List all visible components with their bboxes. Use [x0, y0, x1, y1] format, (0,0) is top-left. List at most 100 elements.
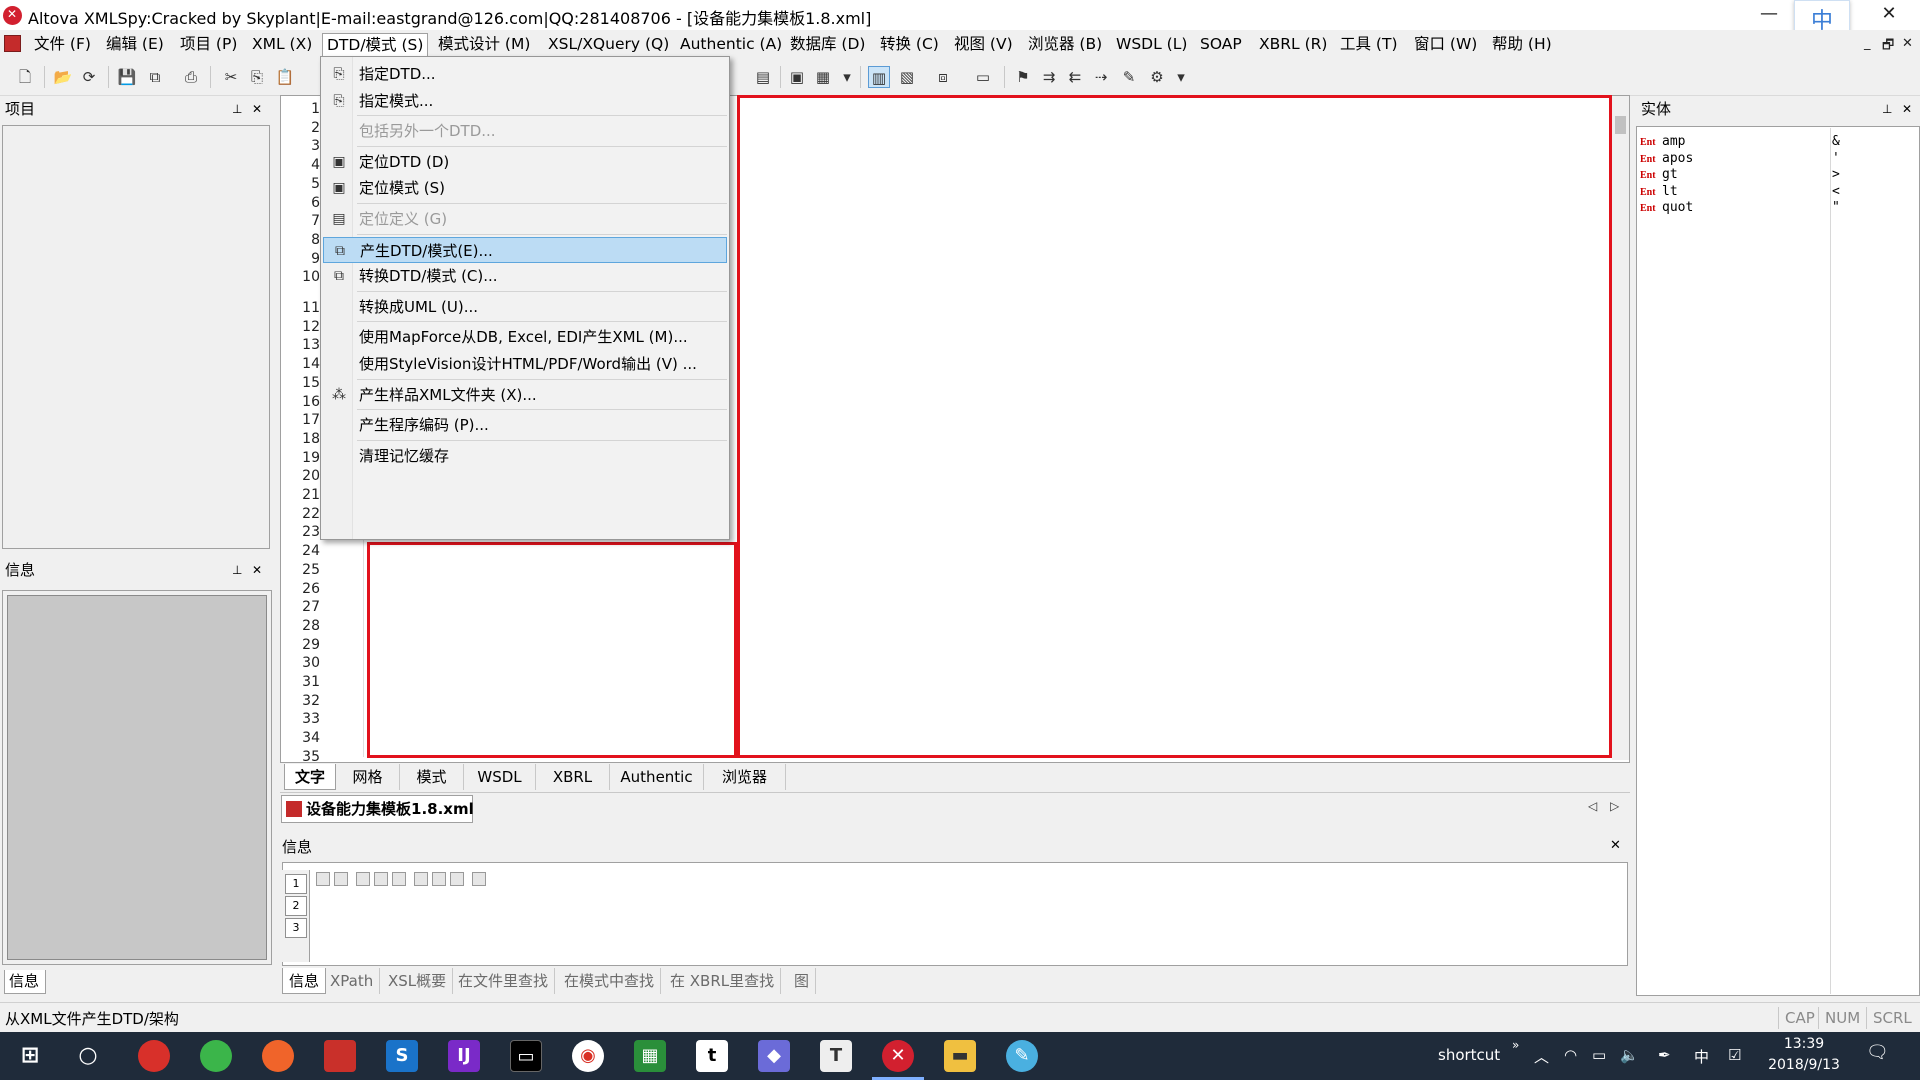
dropdown-arrow-icon[interactable]: ▾	[836, 66, 858, 88]
message-tab-2[interactable]: 2	[285, 896, 307, 916]
tab-scroll-left-icon[interactable]: ◁	[1588, 799, 1597, 813]
app-icon-redfish[interactable]	[324, 1040, 356, 1072]
menu-view[interactable]: 视图 (V)	[950, 33, 1017, 55]
find-icon[interactable]	[414, 872, 428, 886]
pen-icon[interactable]: ✒	[1658, 1046, 1671, 1064]
menu-database[interactable]: 数据库 (D)	[786, 33, 869, 55]
document-tab[interactable]: 设备能力集模板1.8.xml	[281, 795, 474, 823]
menu-dtd-schema[interactable]: DTD/模式 (S)	[322, 33, 429, 58]
xpath-icon[interactable]: ✎	[1118, 66, 1140, 88]
menu-file[interactable]: 文件 (F)	[30, 33, 95, 55]
copy-icon[interactable]: ⎘	[246, 66, 268, 88]
entity-row[interactable]: Ent amp	[1640, 134, 1685, 150]
clear-messages-icon[interactable]	[472, 872, 486, 886]
menu-item[interactable]: ⎘ 指定DTD...	[323, 61, 727, 87]
clear-bookmarks-icon[interactable]: ⇢	[1090, 66, 1112, 88]
menu-item[interactable]: ⧉ 产生DTD/模式(E)...	[323, 236, 727, 263]
menu-convert[interactable]: 转换 (C)	[876, 33, 943, 55]
copy-message-icon[interactable]	[356, 872, 370, 886]
db-icon[interactable]: ▤	[752, 66, 774, 88]
menu-authentic[interactable]: Authentic (A)	[676, 33, 786, 55]
menu-tools[interactable]: 工具 (T)	[1336, 33, 1402, 55]
action-check-icon[interactable]: ☑	[1728, 1046, 1741, 1064]
volume-icon[interactable]: 🔈	[1620, 1046, 1639, 1064]
mdi-restore-button[interactable]: 🗗	[1882, 36, 1894, 58]
menu-edit[interactable]: 编辑 (E)	[102, 33, 168, 55]
terminal-icon[interactable]: ▭	[510, 1040, 542, 1072]
validate-icon[interactable]: ▣	[786, 66, 808, 88]
message-tab-3[interactable]: 3	[285, 918, 307, 938]
next-message-icon[interactable]	[316, 872, 330, 886]
settings-icon[interactable]: ⚙	[1146, 66, 1168, 88]
menu-soap[interactable]: SOAP	[1196, 33, 1246, 55]
menu-item[interactable]: ▣ 定位模式 (S)	[323, 175, 727, 201]
app-icon-red[interactable]	[138, 1040, 170, 1072]
text-view-icon[interactable]: ▥	[868, 66, 890, 88]
message-tab-1[interactable]: 1	[285, 874, 307, 894]
check-wellformed-icon[interactable]: ▦	[812, 66, 834, 88]
battery-icon[interactable]: ▭	[1592, 1046, 1606, 1064]
menu-help[interactable]: 帮助 (H)	[1488, 33, 1556, 55]
minimize-button[interactable]: —	[1746, 0, 1792, 30]
xmlspy-app-icon[interactable]	[3, 6, 22, 25]
save-all-icon[interactable]: ⧉	[144, 66, 166, 88]
notification-icon[interactable]: 🗨	[1866, 1042, 1889, 1063]
tab-scroll-right-icon[interactable]: ▷	[1610, 799, 1619, 813]
clock[interactable]: 13:39 2018/9/13	[1766, 1034, 1842, 1076]
tab-schema-view[interactable]: 模式	[400, 764, 464, 790]
copy-all-icon[interactable]	[374, 872, 388, 886]
tab-find-in-xbrl[interactable]: 在 XBRL里查找	[664, 968, 782, 994]
close-icon[interactable]: ✕	[1610, 838, 1621, 853]
menu-item[interactable]: ▣ 定位DTD (D)	[323, 149, 727, 175]
menu-window[interactable]: 窗口 (W)	[1410, 33, 1481, 55]
menu-item[interactable]: 转换成UML (U)...	[323, 294, 727, 320]
app-icon-blue-s[interactable]: S	[386, 1040, 418, 1072]
info-panel-tab[interactable]: 信息	[4, 970, 46, 994]
menu-item[interactable]: ⧉ 转换DTD/模式 (C)...	[323, 263, 727, 289]
tab-xbrl-view[interactable]: XBRL	[536, 764, 610, 790]
tab-xpath[interactable]: XPath	[324, 968, 381, 994]
ime-taskbar-indicator[interactable]: 中	[1694, 1046, 1709, 1067]
menu-xbrl[interactable]: XBRL (R)	[1255, 33, 1331, 55]
app-icon-diamond[interactable]: ◆	[758, 1040, 790, 1072]
copy-with-children-icon[interactable]	[392, 872, 406, 886]
tab-authentic-view[interactable]: Authentic	[610, 764, 704, 790]
save-icon[interactable]: 💾	[116, 66, 138, 88]
wifi-icon[interactable]: ◠	[1564, 1046, 1577, 1064]
pin-icon[interactable]: ⊥	[232, 98, 242, 120]
tray-shortcut-label[interactable]: shortcut	[1438, 1046, 1500, 1064]
tab-xsl-outline[interactable]: XSL概要	[382, 968, 454, 994]
toolbar-overflow-icon[interactable]: ▾	[1170, 66, 1192, 88]
next-bookmark-icon[interactable]: ⇉	[1038, 66, 1060, 88]
tray-up-arrow-icon[interactable]: ︿	[1534, 1046, 1549, 1067]
tab-grid-view[interactable]: 网格	[336, 764, 400, 790]
menu-item[interactable]: ⎘ 指定模式...	[323, 88, 727, 114]
entity-row[interactable]: Ent gt	[1640, 167, 1678, 183]
tab-find-in-schemas[interactable]: 在模式中查找	[558, 968, 662, 994]
tray-chevron-icon[interactable]: »	[1512, 1038, 1519, 1052]
menu-schema-design[interactable]: 模式设计 (M)	[434, 33, 534, 55]
chrome-icon[interactable]: ◉	[572, 1040, 604, 1072]
document-icon[interactable]	[4, 35, 21, 52]
new-file-icon[interactable]: 🗋	[14, 66, 36, 88]
close-window-button[interactable]: ✕	[1866, 0, 1912, 30]
tab-graph[interactable]: 图	[788, 968, 817, 994]
windows-start-icon[interactable]: ⊞	[14, 1040, 46, 1072]
tab-text-view[interactable]: 文字	[284, 764, 336, 790]
menu-project[interactable]: 项目 (P)	[176, 33, 241, 55]
app-icon-t[interactable]: T	[820, 1040, 852, 1072]
file-explorer-icon[interactable]: ▬	[944, 1040, 976, 1072]
entity-row[interactable]: Ent quot	[1640, 200, 1693, 216]
bookmark-flag-icon[interactable]: ⚑	[1012, 66, 1034, 88]
cut-icon[interactable]: ✂	[220, 66, 242, 88]
cortana-search-icon[interactable]: ○	[72, 1040, 104, 1072]
mdi-minimize-button[interactable]: _	[1864, 36, 1871, 51]
entity-row[interactable]: Ent lt	[1640, 184, 1678, 200]
menu-xml[interactable]: XML (X)	[248, 33, 316, 55]
app-icon-orange[interactable]	[262, 1040, 294, 1072]
menu-xsl-xquery[interactable]: XSL/XQuery (Q)	[544, 33, 673, 55]
prev-message-icon[interactable]	[334, 872, 348, 886]
tab-browser-view[interactable]: 浏览器	[704, 764, 786, 790]
paste-icon[interactable]: 📋	[274, 66, 296, 88]
menu-item[interactable]: 使用MapForce从DB, Excel, EDI产生XML (M)...	[323, 324, 727, 350]
